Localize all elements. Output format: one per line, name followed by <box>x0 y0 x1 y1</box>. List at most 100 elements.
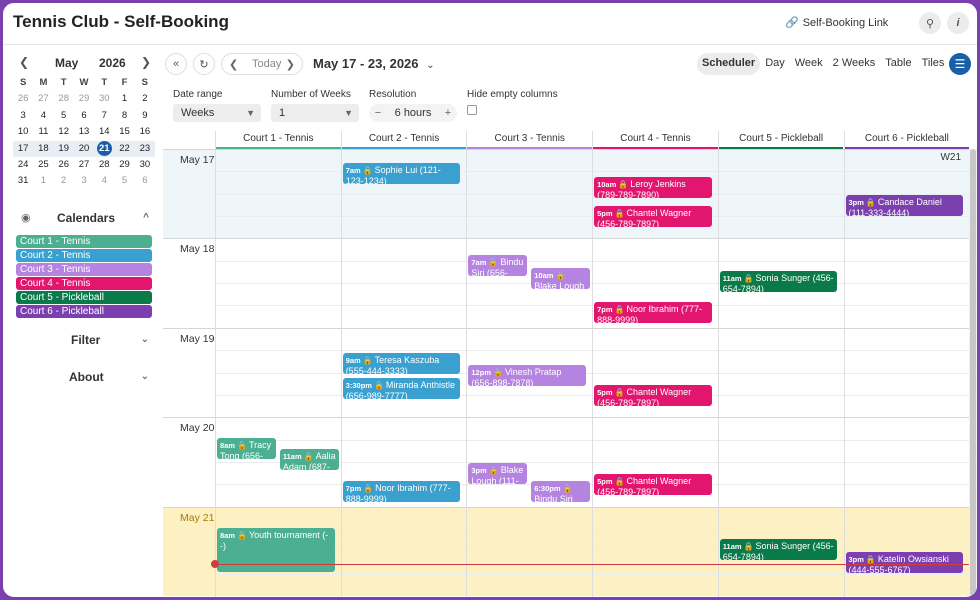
mini-calendar-day[interactable]: 27 <box>74 157 94 173</box>
mini-calendar-day[interactable]: 19 <box>53 140 74 157</box>
mini-calendar-day[interactable]: 3 <box>13 108 33 124</box>
mini-calendar-day[interactable]: 29 <box>114 157 134 173</box>
booking-event[interactable]: 8am 🔒 Youth tournament (--) <box>217 527 335 572</box>
next-week-icon[interactable]: ❯ <box>286 58 295 71</box>
mini-calendar-day[interactable]: 14 <box>94 124 114 140</box>
booking-event[interactable]: 5pm 🔒 Chantel Wagner (456-789-7897) <box>594 474 712 495</box>
view-tab-scheduler[interactable]: Scheduler <box>697 53 761 75</box>
mini-calendar-day[interactable]: 2 <box>135 91 155 107</box>
eye-icon[interactable]: ◉ <box>21 211 31 224</box>
booking-event[interactable]: 3pm 🔒 Blake Lough (111- <box>468 462 528 484</box>
booking-event[interactable]: 3pm 🔒 Katelin Owsianski (444-555-6767) <box>845 552 964 574</box>
chevron-up-icon[interactable]: ^ <box>143 212 149 223</box>
booking-event[interactable]: 7am 🔒 Bindu Siri (656- <box>468 254 528 276</box>
refresh-button[interactable]: ↻ <box>193 53 215 75</box>
mini-calendar-day[interactable]: 9 <box>135 108 155 124</box>
vertical-scrollbar[interactable] <box>969 149 977 597</box>
chevron-down-icon[interactable]: ⌄ <box>141 334 149 345</box>
booking-event[interactable]: 12pm 🔒 Vinesh Pratap (656-898-7878) <box>468 364 587 386</box>
mini-calendar-day[interactable]: 3 <box>74 173 94 189</box>
mini-calendar-day[interactable]: 16 <box>135 124 155 140</box>
mini-calendar-day[interactable]: 4 <box>33 108 53 124</box>
booking-event[interactable]: 8am 🔒 Tracy Tong (656- <box>217 438 276 460</box>
mini-calendar-day[interactable]: 28 <box>54 91 74 107</box>
calendar-item[interactable]: Court 3 - Tennis <box>16 263 152 277</box>
hide-empty-checkbox[interactable] <box>467 105 477 115</box>
date-range-dropdown[interactable]: May 17 - 23, 2026 ⌄ <box>313 56 435 71</box>
prev-week-icon[interactable]: ❮ <box>229 58 238 71</box>
calendar-item[interactable]: Court 6 - Pickleball <box>16 305 152 319</box>
booking-event[interactable]: 6:30pm 🔒Bindu Siri <box>531 480 591 502</box>
plus-icon[interactable]: + <box>439 107 457 119</box>
booking-event[interactable]: 3:30pm 🔒 Miranda Anthistle (656-989-7777) <box>342 377 461 399</box>
mini-calendar-day[interactable]: 6 <box>135 173 155 189</box>
booking-event[interactable]: 11am 🔒 Aalia Adam (687- <box>279 449 339 471</box>
calendar-item[interactable]: Court 2 - Tennis <box>16 249 152 263</box>
num-weeks-select[interactable]: 1 ▼ <box>271 104 359 122</box>
booking-event[interactable]: 7am 🔒 Sophie Lui (121-123-1234) <box>342 163 461 185</box>
mini-calendar-day[interactable]: 1 <box>114 91 134 107</box>
mini-calendar-day[interactable]: 20 <box>73 140 95 157</box>
mini-calendar-day[interactable]: 1 <box>33 173 53 189</box>
mini-calendar-day[interactable]: 24 <box>13 157 33 173</box>
mini-calendar-day[interactable]: 5 <box>54 108 74 124</box>
mini-calendar-day[interactable]: 17 <box>13 140 34 157</box>
mini-calendar-day[interactable]: 25 <box>33 157 53 173</box>
booking-event[interactable]: 5pm 🔒 Chantel Wagner (456-789-7897) <box>594 205 712 227</box>
mini-calendar-day[interactable]: 27 <box>33 91 53 107</box>
view-tab-table[interactable]: Table <box>880 53 916 75</box>
booking-event[interactable]: 3pm 🔒 Candace Daniel (111-333-4444) <box>845 194 964 216</box>
today-button[interactable]: Today <box>252 58 281 70</box>
date-range-select[interactable]: Weeks ▼ <box>173 104 261 122</box>
mini-calendar-day[interactable]: 10 <box>13 124 33 140</box>
mini-calendar-day[interactable]: 2 <box>54 173 74 189</box>
calendar-item[interactable]: Court 5 - Pickleball <box>16 291 152 305</box>
booking-event[interactable]: 10am 🔒 Leroy Jenkins (789-789-7890) <box>594 176 712 198</box>
search-button[interactable]: ⚲ <box>919 12 941 34</box>
scrollbar-thumb[interactable] <box>970 149 976 597</box>
filter-section-header[interactable]: Filter ⌄ <box>17 333 151 351</box>
mini-calendar-day[interactable]: 22 <box>114 140 135 157</box>
mini-calendar-day[interactable]: 26 <box>54 157 74 173</box>
mini-calendar-day[interactable]: 7 <box>94 108 114 124</box>
mini-calendar-year[interactable]: 2026 <box>99 56 126 70</box>
info-button[interactable]: i <box>947 12 969 34</box>
booking-event[interactable]: 7pm 🔒 Noor Ibrahim (777-888-9999) <box>342 480 461 502</box>
view-tab-day[interactable]: Day <box>760 53 790 75</box>
self-booking-link[interactable]: 🔗 Self-Booking Link <box>785 16 888 30</box>
booking-event[interactable]: 11am 🔒 Sonia Sunger (456-654-7894) <box>719 538 838 560</box>
mini-calendar-day[interactable]: 31 <box>13 173 33 189</box>
chevron-down-icon[interactable]: ⌄ <box>141 371 149 382</box>
mini-calendar-day[interactable]: 12 <box>54 124 74 140</box>
booking-event[interactable]: 9am 🔒 Teresa Kaszuba (555-444-3333) <box>342 353 461 375</box>
booking-event[interactable]: 11am 🔒 Sonia Sunger (456-654-7894) <box>719 270 838 292</box>
mini-calendar-month[interactable]: May <box>55 56 78 70</box>
calendars-section-header[interactable]: ◉ Calendars ^ <box>17 211 151 229</box>
view-tab-tiles[interactable]: Tiles <box>917 53 950 75</box>
mini-calendar-day[interactable]: 29 <box>74 91 94 107</box>
next-month-icon[interactable]: ❯ <box>141 55 151 69</box>
mini-calendar-day[interactable]: 21 <box>94 140 115 157</box>
booking-event[interactable]: 7pm 🔒 Noor Ibrahim (777-888-9999) <box>594 301 712 323</box>
mini-calendar-day[interactable]: 15 <box>114 124 134 140</box>
mini-calendar-day[interactable]: 30 <box>135 157 155 173</box>
minus-icon[interactable]: − <box>369 107 387 119</box>
view-tab-week[interactable]: Week <box>790 53 828 75</box>
calendar-item[interactable]: Court 4 - Tennis <box>16 277 152 291</box>
mini-calendar-day[interactable]: 26 <box>13 91 33 107</box>
mini-calendar-day[interactable]: 23 <box>134 140 155 157</box>
mini-calendar-day[interactable]: 4 <box>94 173 114 189</box>
about-section-header[interactable]: About ⌄ <box>17 370 151 388</box>
mini-calendar-day[interactable]: 13 <box>74 124 94 140</box>
view-tab-2-weeks[interactable]: 2 Weeks <box>828 53 881 75</box>
menu-button[interactable]: ☰ <box>949 53 971 75</box>
mini-calendar-day[interactable]: 11 <box>33 124 53 140</box>
mini-calendar-day[interactable]: 6 <box>74 108 94 124</box>
mini-calendar-day[interactable]: 28 <box>94 157 114 173</box>
collapse-sidebar-button[interactable]: « <box>165 53 187 75</box>
mini-calendar-day[interactable]: 18 <box>33 140 54 157</box>
booking-event[interactable]: 10am🔒Blake Lough (111- <box>531 268 591 290</box>
booking-event[interactable]: 5pm 🔒 Chantel Wagner (456-789-7897) <box>594 384 712 406</box>
calendar-item[interactable]: Court 1 - Tennis <box>16 235 152 248</box>
prev-month-icon[interactable]: ❮ <box>19 55 29 69</box>
